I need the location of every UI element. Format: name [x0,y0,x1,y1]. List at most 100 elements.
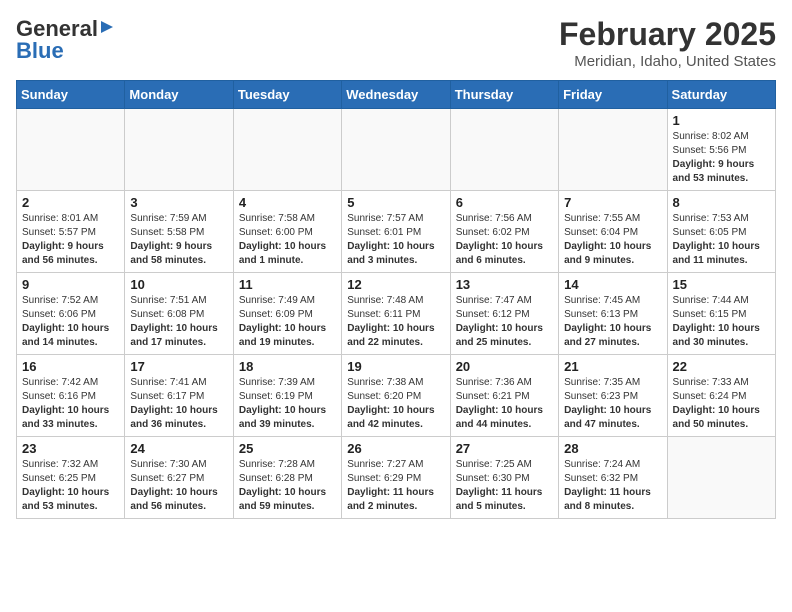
calendar-cell: 22 Sunrise: 7:33 AMSunset: 6:24 PMDayligh… [667,355,775,437]
calendar-cell [559,109,667,191]
day-info: Sunrise: 7:32 AMSunset: 6:25 PMDaylight:… [22,458,119,514]
calendar-cell: 16Sunrise: 7:42 AMSunset: 6:16 PMDayligh… [17,355,125,437]
day-info: Sunrise: 7:27 AMSunset: 6:29 PMDaylight:… [347,458,444,514]
logo-flag-icon [99,19,115,40]
calendar-cell: 20Sunrise: 7:36 AMSunset: 6:21 PMDayligh… [450,355,558,437]
calendar-cell [125,109,233,191]
day-number: 25 [239,441,336,456]
calendar-cell: 12 Sunrise: 7:48 AMSunset: 6:11 PMDayligh… [342,273,450,355]
calendar-cell: 23Sunrise: 7:32 AMSunset: 6:25 PMDayligh… [17,437,125,519]
day-info: Sunrise: 7:44 AMSunset: 6:15 PMDaylight:… [673,294,770,350]
logo: General Blue [16,16,115,64]
day-number: 12 [347,277,444,292]
day-info: Sunrise: 7:57 AMSunset: 6:01 PMDaylight:… [347,212,444,268]
location: Meridian, Idaho, United States [559,53,776,70]
weekday-header-thursday: Thursday [450,81,558,109]
calendar-cell [233,109,341,191]
day-number: 14 [564,277,661,292]
day-info: Sunrise: 7:48 AMSunset: 6:11 PMDaylight:… [347,294,444,350]
calendar-cell: 8 Sunrise: 7:53 AMSunset: 6:05 PMDaylight… [667,191,775,273]
day-number: 8 [673,195,770,210]
calendar-cell: 7 Sunrise: 7:55 AMSunset: 6:04 PMDaylight… [559,191,667,273]
page-header: General Blue February 2025 Meridian, Ida… [16,16,776,70]
day-number: 2 [22,195,119,210]
day-number: 22 [673,359,770,374]
weekday-header-monday: Monday [125,81,233,109]
day-number: 1 [673,113,770,128]
day-number: 19 [347,359,444,374]
calendar-cell: 4 Sunrise: 7:58 AMSunset: 6:00 PMDaylight… [233,191,341,273]
day-info: Sunrise: 7:28 AMSunset: 6:28 PMDaylight:… [239,458,336,514]
calendar-cell: 2 Sunrise: 8:01 AMSunset: 5:57 PMDaylight… [17,191,125,273]
calendar-cell: 19 Sunrise: 7:38 AMSunset: 6:20 PMDayligh… [342,355,450,437]
calendar-cell [342,109,450,191]
weekday-header-wednesday: Wednesday [342,81,450,109]
day-number: 4 [239,195,336,210]
day-number: 24 [130,441,227,456]
day-info: Sunrise: 7:51 AMSunset: 6:08 PMDaylight:… [130,294,227,350]
day-number: 16 [22,359,119,374]
day-info: Sunrise: 7:33 AMSunset: 6:24 PMDaylight:… [673,376,770,432]
day-number: 27 [456,441,553,456]
day-info: Sunrise: 7:38 AMSunset: 6:20 PMDaylight:… [347,376,444,432]
day-number: 21 [564,359,661,374]
calendar-cell: 11 Sunrise: 7:49 AMSunset: 6:09 PMDayligh… [233,273,341,355]
calendar-week-2: 2 Sunrise: 8:01 AMSunset: 5:57 PMDaylight… [17,191,776,273]
weekday-header-saturday: Saturday [667,81,775,109]
day-number: 10 [130,277,227,292]
day-info: Sunrise: 7:52 AMSunset: 6:06 PMDaylight:… [22,294,119,350]
day-number: 18 [239,359,336,374]
weekday-header-row: SundayMondayTuesdayWednesdayThursdayFrid… [17,81,776,109]
calendar-cell: 27 Sunrise: 7:25 AMSunset: 6:30 PMDayligh… [450,437,558,519]
calendar-cell: 21 Sunrise: 7:35 AMSunset: 6:23 PMDayligh… [559,355,667,437]
day-info: Sunrise: 7:55 AMSunset: 6:04 PMDaylight:… [564,212,661,268]
calendar-cell: 18 Sunrise: 7:39 AMSunset: 6:19 PMDayligh… [233,355,341,437]
day-info: Sunrise: 7:30 AMSunset: 6:27 PMDaylight:… [130,458,227,514]
day-number: 28 [564,441,661,456]
day-number: 11 [239,277,336,292]
day-info: Sunrise: 7:49 AMSunset: 6:09 PMDaylight:… [239,294,336,350]
calendar-cell: 9 Sunrise: 7:52 AMSunset: 6:06 PMDaylight… [17,273,125,355]
weekday-header-tuesday: Tuesday [233,81,341,109]
day-number: 13 [456,277,553,292]
calendar-cell: 13Sunrise: 7:47 AMSunset: 6:12 PMDayligh… [450,273,558,355]
day-number: 9 [22,277,119,292]
calendar-cell [17,109,125,191]
calendar-cell: 14Sunrise: 7:45 AMSunset: 6:13 PMDayligh… [559,273,667,355]
day-info: Sunrise: 8:01 AMSunset: 5:57 PMDaylight:… [22,212,119,268]
day-info: Sunrise: 8:02 AMSunset: 5:56 PMDaylight:… [673,130,770,186]
calendar-cell: 25 Sunrise: 7:28 AMSunset: 6:28 PMDayligh… [233,437,341,519]
day-number: 3 [130,195,227,210]
day-info: Sunrise: 7:41 AMSunset: 6:17 PMDaylight:… [130,376,227,432]
day-info: Sunrise: 7:53 AMSunset: 6:05 PMDaylight:… [673,212,770,268]
day-info: Sunrise: 7:25 AMSunset: 6:30 PMDaylight:… [456,458,553,514]
calendar-cell: 28 Sunrise: 7:24 AMSunset: 6:32 PMDayligh… [559,437,667,519]
weekday-header-sunday: Sunday [17,81,125,109]
calendar-cell: 1 Sunrise: 8:02 AMSunset: 5:56 PMDaylight… [667,109,775,191]
calendar-cell: 26 Sunrise: 7:27 AMSunset: 6:29 PMDayligh… [342,437,450,519]
calendar-cell: 17Sunrise: 7:41 AMSunset: 6:17 PMDayligh… [125,355,233,437]
calendar-week-4: 16Sunrise: 7:42 AMSunset: 6:16 PMDayligh… [17,355,776,437]
day-info: Sunrise: 7:56 AMSunset: 6:02 PMDaylight:… [456,212,553,268]
calendar-cell: 5 Sunrise: 7:57 AMSunset: 6:01 PMDaylight… [342,191,450,273]
day-number: 20 [456,359,553,374]
day-number: 5 [347,195,444,210]
logo-blue: Blue [16,38,64,64]
day-number: 15 [673,277,770,292]
calendar-cell: 24 Sunrise: 7:30 AMSunset: 6:27 PMDayligh… [125,437,233,519]
day-number: 7 [564,195,661,210]
calendar-week-1: 1 Sunrise: 8:02 AMSunset: 5:56 PMDaylight… [17,109,776,191]
calendar-cell: 15 Sunrise: 7:44 AMSunset: 6:15 PMDayligh… [667,273,775,355]
title-block: February 2025 Meridian, Idaho, United St… [559,16,776,70]
calendar-cell: 3Sunrise: 7:59 AMSunset: 5:58 PMDaylight… [125,191,233,273]
day-info: Sunrise: 7:58 AMSunset: 6:00 PMDaylight:… [239,212,336,268]
day-info: Sunrise: 7:35 AMSunset: 6:23 PMDaylight:… [564,376,661,432]
day-info: Sunrise: 7:39 AMSunset: 6:19 PMDaylight:… [239,376,336,432]
calendar-cell [667,437,775,519]
calendar-cell [450,109,558,191]
day-number: 26 [347,441,444,456]
day-info: Sunrise: 7:24 AMSunset: 6:32 PMDaylight:… [564,458,661,514]
calendar-week-3: 9 Sunrise: 7:52 AMSunset: 6:06 PMDaylight… [17,273,776,355]
calendar-cell: 6Sunrise: 7:56 AMSunset: 6:02 PMDaylight… [450,191,558,273]
month-title: February 2025 [559,16,776,53]
